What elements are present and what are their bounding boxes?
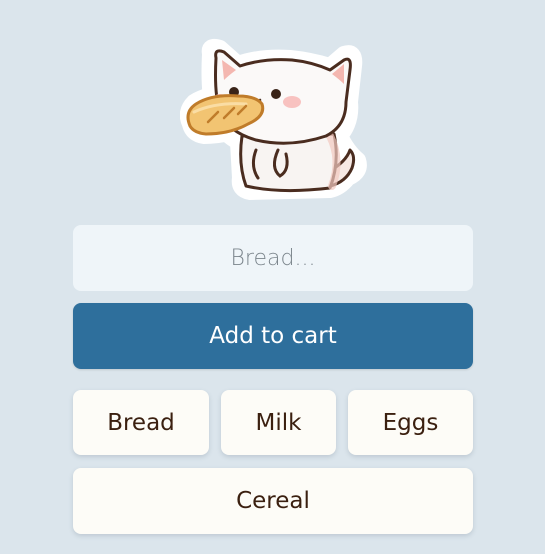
search-input[interactable]: [73, 225, 473, 291]
item-button-bread[interactable]: Bread: [73, 390, 209, 455]
add-to-cart-button[interactable]: Add to cart: [73, 303, 473, 369]
item-button-cereal[interactable]: Cereal: [73, 468, 473, 534]
item-button-eggs[interactable]: Eggs: [348, 390, 473, 455]
cat-eating-bread-icon: [179, 32, 370, 207]
item-button-milk[interactable]: Milk: [221, 390, 336, 455]
